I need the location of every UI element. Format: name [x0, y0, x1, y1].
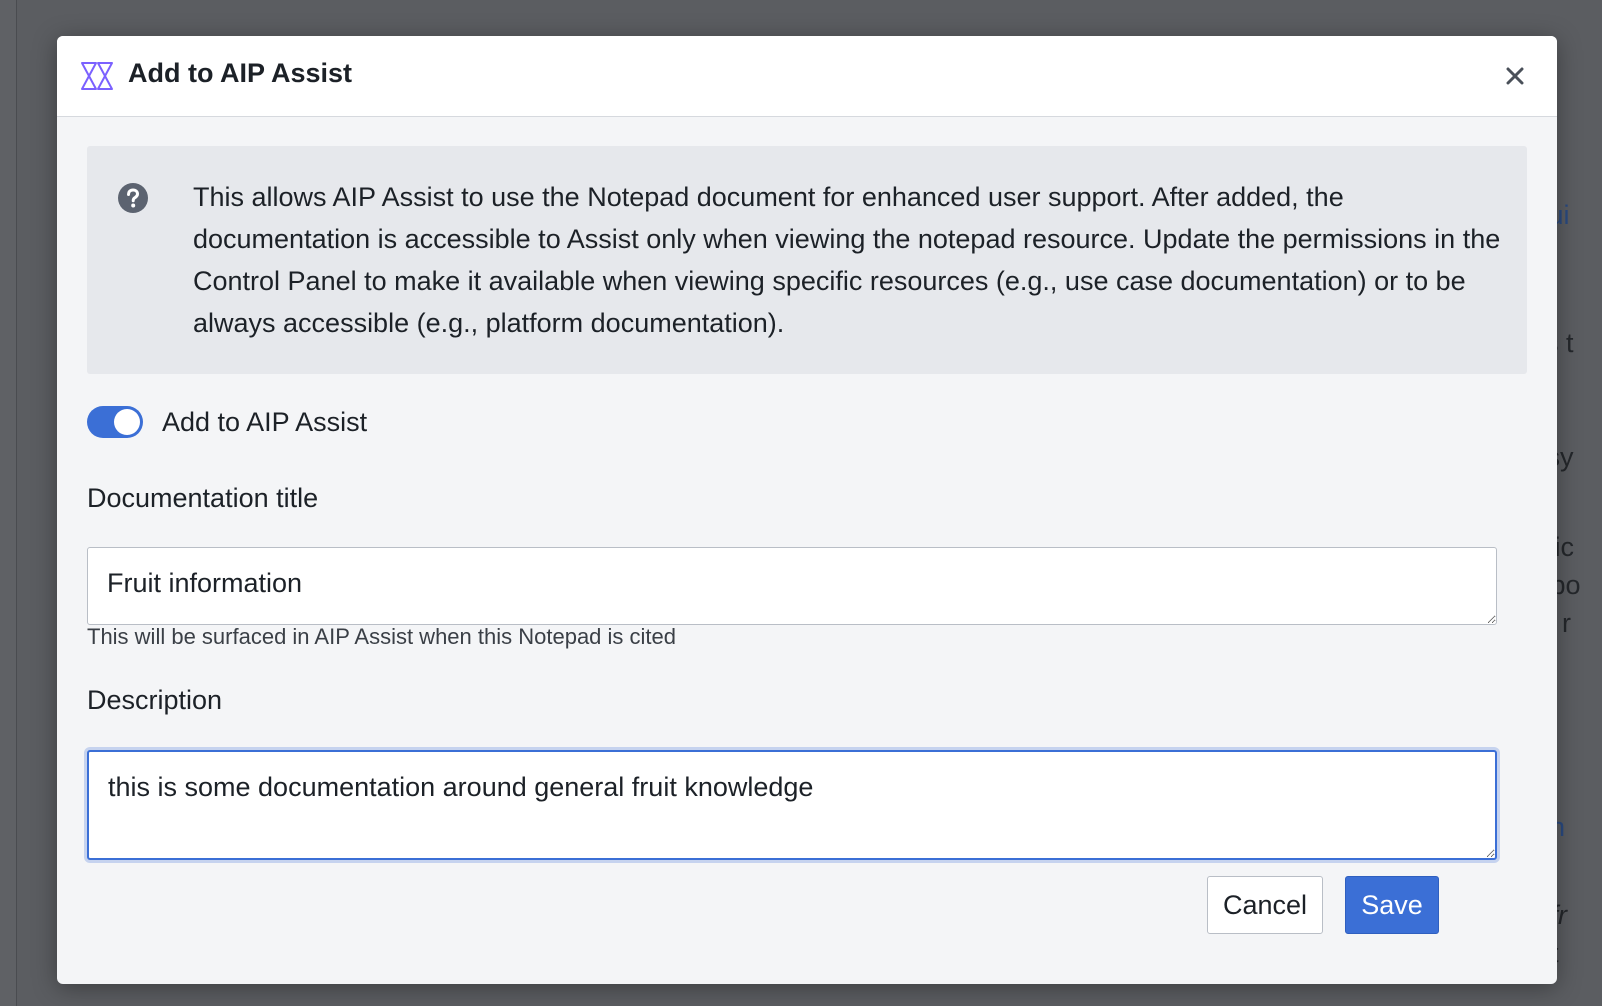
save-button[interactable]: Save	[1345, 876, 1439, 934]
dialog-header: Add to AIP Assist	[57, 36, 1557, 117]
aip-assist-icon	[81, 62, 113, 90]
close-icon	[1506, 67, 1524, 85]
help-circle-icon	[118, 183, 148, 213]
close-button[interactable]	[1499, 60, 1531, 92]
add-to-aip-assist-toggle[interactable]	[87, 406, 143, 438]
description-input[interactable]: this is some documentation around genera…	[87, 750, 1497, 860]
documentation-title-helper: This will be surfaced in AIP Assist when…	[87, 624, 676, 649]
description-label: Description	[87, 685, 223, 715]
documentation-title-input[interactable]: Fruit information	[87, 547, 1497, 625]
dialog-title: Add to AIP Assist	[128, 58, 353, 88]
info-callout: This allows AIP Assist to use the Notepa…	[87, 146, 1527, 374]
toggle-knob	[114, 409, 140, 435]
callout-text: This allows AIP Assist to use the Notepa…	[193, 182, 1501, 338]
add-to-aip-assist-dialog: Add to AIP Assist This allows AIP Assist…	[57, 36, 1557, 984]
cancel-button[interactable]: Cancel	[1207, 876, 1323, 934]
documentation-title-label: Documentation title	[87, 483, 319, 513]
toggle-label: Add to AIP Assist	[162, 407, 368, 437]
